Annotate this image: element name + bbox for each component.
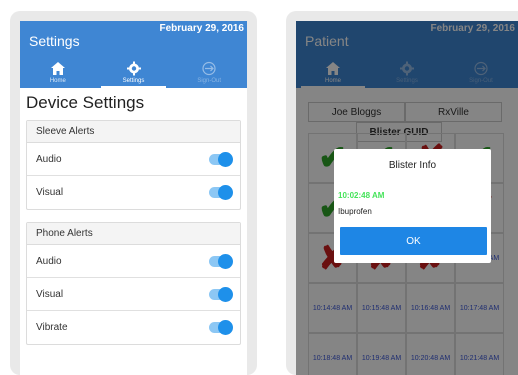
phone-audio-row: Audio [27, 245, 240, 278]
sign-out-icon [202, 61, 216, 76]
phone-vibrate-label: Vibrate [36, 322, 68, 333]
nav-settings[interactable]: Settings [96, 58, 172, 88]
phone-audio-toggle[interactable] [209, 254, 233, 269]
phone-alerts-group: Phone Alerts Audio Visual Vibrate [26, 222, 241, 345]
sleeve-audio-toggle[interactable] [209, 152, 233, 167]
settings-screen: Settings February 29, 2016 Home Settings… [20, 21, 247, 375]
nav-settings-label: Settings [122, 78, 145, 84]
nav-sign-out[interactable]: Sign-Out [171, 58, 247, 88]
phone-vibrate-row: Vibrate [27, 311, 240, 344]
sleeve-visual-label: Visual [36, 187, 64, 198]
home-icon [50, 62, 65, 75]
sleeve-alerts-group: Sleeve Alerts Audio Visual [26, 120, 241, 210]
app-title: Settings [29, 33, 80, 49]
phone-vibrate-toggle[interactable] [209, 320, 233, 335]
toggle-knob [218, 152, 233, 167]
phone-visual-label: Visual [36, 289, 64, 300]
stage: Settings February 29, 2016 Home Settings… [0, 0, 518, 375]
sleeve-visual-row: Visual [27, 176, 240, 209]
toggle-knob [218, 254, 233, 269]
toggle-knob [218, 287, 233, 302]
dialog-title: Blister Info [388, 160, 437, 171]
sleeve-alerts-header: Sleeve Alerts [27, 121, 240, 143]
settings-tablet: Settings February 29, 2016 Home Settings… [10, 11, 257, 375]
toggle-knob [218, 185, 233, 200]
nav-home-label: Home [49, 78, 66, 84]
dialog-medication: Ibuprofen [338, 207, 372, 216]
ok-button[interactable]: OK [340, 227, 487, 255]
nav-bar: Home Settings Sign-Out [20, 58, 247, 88]
phone-visual-toggle[interactable] [209, 287, 233, 302]
sleeve-audio-row: Audio [27, 143, 240, 176]
nav-home[interactable]: Home [20, 58, 96, 88]
header-date: February 29, 2016 [159, 23, 245, 34]
sleeve-audio-label: Audio [36, 154, 62, 165]
patient-screen: Patient February 29, 2016 Home Settings … [296, 21, 518, 375]
gear-icon [126, 61, 141, 76]
settings-header: Settings February 29, 2016 [20, 21, 247, 58]
dialog-time: 10:02:48 AM [338, 191, 385, 200]
page-title: Device Settings [26, 93, 145, 112]
phone-alerts-header: Phone Alerts [27, 223, 240, 245]
nav-sign-out-label: Sign-Out [197, 78, 222, 84]
toggle-knob [218, 320, 233, 335]
phone-audio-label: Audio [36, 256, 62, 267]
patient-tablet: Patient February 29, 2016 Home Settings … [286, 11, 518, 375]
blister-info-dialog: Blister Info 10:02:48 AM Ibuprofen OK [334, 149, 491, 263]
phone-visual-row: Visual [27, 278, 240, 311]
sleeve-visual-toggle[interactable] [209, 185, 233, 200]
